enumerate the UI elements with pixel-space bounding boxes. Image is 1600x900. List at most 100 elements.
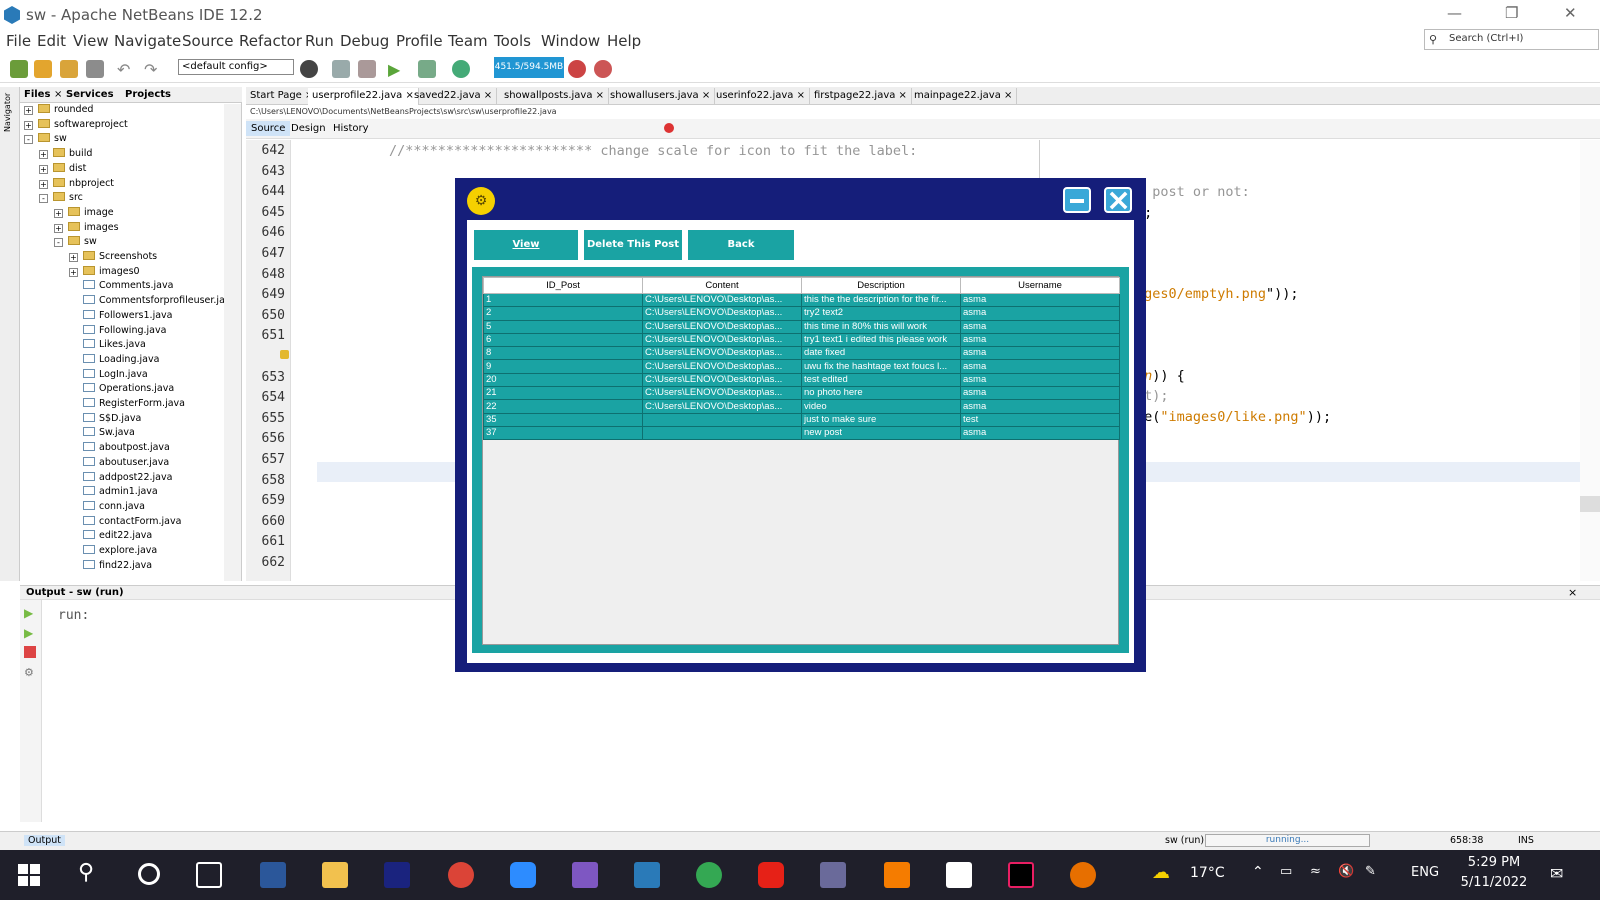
table-row[interactable]: 6 C:\Users\LENOVO\Desktop\as... try1 text1…: [483, 332, 1120, 348]
expand-icon[interactable]: +: [54, 208, 63, 218]
config-select[interactable]: <default config>: [178, 59, 294, 75]
table-cell[interactable]: C:\Users\LENOVO\Desktop\as...: [642, 386, 802, 401]
column-header-id-post[interactable]: ID_Post: [483, 277, 643, 294]
table-cell[interactable]: try2 text2: [801, 306, 961, 321]
clock-date[interactable]: 5/11/2022: [1454, 875, 1534, 890]
expand-icon[interactable]: +: [39, 164, 48, 174]
table-row[interactable]: 35 just to make sure test: [483, 412, 1120, 427]
table-cell[interactable]: 35: [483, 412, 643, 427]
battery-icon[interactable]: ▭: [1280, 864, 1292, 879]
intellij-icon[interactable]: [1008, 862, 1034, 888]
table-cell[interactable]: asma: [960, 386, 1120, 401]
tree-item[interactable]: Commentsforprofileuser.java: [83, 295, 236, 310]
notepad-icon[interactable]: [946, 862, 972, 888]
start-icon[interactable]: [18, 864, 40, 886]
redo-icon[interactable]: ↷: [144, 60, 162, 79]
tree-item[interactable]: addpost22.java: [83, 471, 172, 487]
table-cell[interactable]: just to make sure: [801, 412, 961, 427]
table-cell[interactable]: 5: [483, 319, 643, 334]
draw-app-icon[interactable]: [884, 862, 910, 888]
table-cell[interactable]: asma: [960, 399, 1120, 414]
profile-icon[interactable]: [452, 60, 470, 78]
volume-muted-icon[interactable]: 🔇: [1338, 864, 1354, 879]
chrome-icon[interactable]: [448, 862, 474, 888]
tab-design[interactable]: Design: [286, 121, 331, 136]
expand-icon[interactable]: +: [69, 253, 78, 262]
tree-item[interactable]: contactForm.java: [83, 515, 181, 531]
table-cell[interactable]: C:\Users\LENOVO\Desktop\as...: [642, 332, 802, 348]
table-cell[interactable]: 8: [483, 346, 643, 361]
notifications-icon[interactable]: ✉: [1550, 864, 1563, 883]
table-cell[interactable]: asma: [960, 346, 1120, 361]
table-cell[interactable]: C:\Users\LENOVO\Desktop\as...: [642, 372, 802, 388]
table-cell[interactable]: asma: [960, 359, 1120, 374]
tab-source[interactable]: Source: [246, 121, 291, 136]
tree-item[interactable]: conn.java: [83, 500, 145, 516]
weather-icon[interactable]: ☁: [1152, 862, 1170, 883]
table-cell[interactable]: asma: [960, 425, 1120, 441]
tab-files[interactable]: Files: [24, 89, 50, 100]
tree-item[interactable]: find22.java: [83, 559, 152, 575]
tab-saved22[interactable]: saved22.java ×: [410, 88, 498, 105]
tree-item[interactable]: Likes.java: [83, 339, 146, 354]
minimize-window-button[interactable]: —: [1447, 4, 1462, 22]
table-cell[interactable]: 21: [483, 386, 643, 401]
tree-item[interactable]: Operations.java: [83, 383, 174, 398]
menu-file[interactable]: File: [6, 32, 31, 50]
tree-item[interactable]: Followers1.java: [83, 309, 172, 325]
rerun-icon[interactable]: ▶: [24, 606, 33, 620]
menu-tools[interactable]: Tools: [494, 32, 531, 50]
search-input[interactable]: ⚲ Search (Ctrl+I): [1424, 29, 1599, 50]
cortana-icon[interactable]: [138, 863, 160, 885]
table-cell[interactable]: this the the description for the fir...: [801, 292, 961, 308]
table-cell[interactable]: 22: [483, 399, 643, 414]
tree-item[interactable]: explore.java: [83, 545, 157, 560]
table-row[interactable]: 5 C:\Users\LENOVO\Desktop\as... this time …: [483, 319, 1120, 334]
table-cell[interactable]: [642, 412, 802, 427]
expand-icon[interactable]: +: [54, 223, 63, 233]
column-header-content[interactable]: Content: [642, 277, 802, 294]
table-cell[interactable]: asma: [960, 319, 1120, 334]
table-cell[interactable]: asma: [960, 292, 1120, 308]
menu-profile[interactable]: Profile: [396, 32, 443, 50]
table-row[interactable]: 22 C:\Users\LENOVO\Desktop\as... video asma: [483, 399, 1120, 414]
table-cell[interactable]: C:\Users\LENOVO\Desktop\as...: [642, 346, 802, 361]
temperature[interactable]: 17°C: [1190, 865, 1225, 881]
new-file-icon[interactable]: [10, 60, 28, 78]
table-row[interactable]: 9 C:\Users\LENOVO\Desktop\as... uwu fix th…: [483, 359, 1120, 374]
table-cell[interactable]: asma: [960, 372, 1120, 388]
column-header-username[interactable]: Username: [960, 277, 1120, 294]
dialog-minimize-button[interactable]: [1063, 187, 1091, 213]
netbeans-taskbar-icon[interactable]: [634, 862, 660, 888]
menu-source[interactable]: Source: [182, 32, 234, 50]
table-cell[interactable]: this time in 80% this will work: [801, 319, 961, 334]
expand-icon[interactable]: +: [39, 179, 48, 189]
wifi-icon[interactable]: ≈: [1310, 864, 1321, 879]
open-project-icon[interactable]: [60, 60, 78, 78]
search-taskbar-icon[interactable]: ⚲: [78, 860, 94, 885]
delete-post-button[interactable]: Delete This Post: [584, 230, 682, 260]
close-window-button[interactable]: ✕: [1564, 4, 1577, 22]
tree-item[interactable]: + image: [54, 206, 114, 222]
tree-item[interactable]: - sw: [54, 236, 97, 251]
menu-help[interactable]: Help: [607, 32, 641, 50]
tree-item[interactable]: + build: [39, 148, 92, 163]
dialog-close-button[interactable]: ×: [1104, 186, 1132, 216]
menu-edit[interactable]: Edit: [37, 32, 66, 50]
table-row[interactable]: 1 C:\Users\LENOVO\Desktop\as... this the t…: [483, 292, 1120, 308]
chevron-up-icon[interactable]: ⌃: [1252, 864, 1264, 880]
table-cell[interactable]: date fixed: [801, 346, 961, 361]
menu-refactor[interactable]: Refactor: [239, 32, 302, 50]
undo-icon[interactable]: ↶: [117, 60, 135, 79]
tree-item[interactable]: LogIn.java: [83, 368, 148, 384]
table-cell[interactable]: C:\Users\LENOVO\Desktop\as...: [642, 292, 802, 308]
collapse-icon[interactable]: -: [54, 238, 63, 248]
tree-item[interactable]: - sw: [24, 133, 67, 148]
task-view-icon[interactable]: [196, 862, 222, 888]
hammer-icon[interactable]: [332, 60, 350, 78]
run-icon[interactable]: ▶: [388, 60, 406, 79]
new-project-icon[interactable]: [34, 60, 52, 78]
table-cell[interactable]: C:\Users\LENOVO\Desktop\as...: [642, 306, 802, 321]
tree-item[interactable]: + Screenshots: [69, 251, 157, 266]
table-cell[interactable]: asma: [960, 332, 1120, 348]
